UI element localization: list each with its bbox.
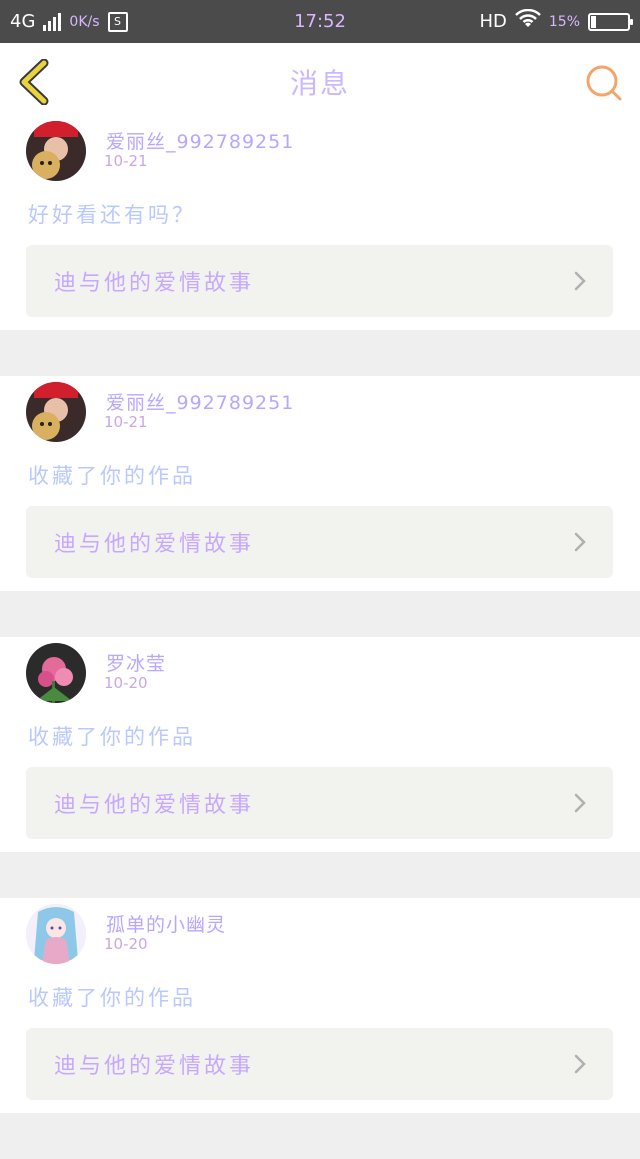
avatar[interactable] xyxy=(26,382,86,442)
user-name[interactable]: 罗冰莹 xyxy=(106,649,166,676)
search-button[interactable] xyxy=(584,63,624,103)
work-link[interactable]: 迪与他的爱情故事 xyxy=(26,767,613,839)
avatar[interactable] xyxy=(26,643,86,703)
status-bar: 4G 0K/s S 17:52 HD 15% ⚡ xyxy=(0,0,640,43)
message-date: 10-20 xyxy=(104,674,148,692)
message-text: 收藏了你的作品 xyxy=(28,464,196,488)
avatar[interactable] xyxy=(26,904,86,964)
back-button[interactable] xyxy=(16,58,52,106)
net-speed: 0K/s xyxy=(69,13,100,30)
message-text: 好好看还有吗？ xyxy=(28,203,196,227)
user-name[interactable]: 爱丽丝_992789251 xyxy=(106,388,294,415)
message-card: 孤单的小幽灵 10-20 收藏了你的作品 迪与他的爱情故事 xyxy=(0,898,640,1113)
chevron-right-icon xyxy=(574,271,586,291)
work-title: 迪与他的爱情故事 xyxy=(54,793,255,818)
sim-icon: S xyxy=(107,11,128,32)
chevron-right-icon xyxy=(574,532,586,552)
hd-label: HD xyxy=(479,11,507,32)
user-name[interactable]: 爱丽丝_992789251 xyxy=(106,127,294,154)
chevron-left-icon xyxy=(19,58,49,106)
work-link[interactable]: 迪与他的爱情故事 xyxy=(26,506,613,578)
work-title: 迪与他的爱情故事 xyxy=(54,532,255,557)
chevron-right-icon xyxy=(574,1054,586,1074)
message-card: 爱丽丝_992789251 10-21 收藏了你的作品 迪与他的爱情故事 xyxy=(0,376,640,591)
page-title: 消息 xyxy=(289,66,350,100)
network-type: 4G xyxy=(10,11,36,32)
work-title: 迪与他的爱情故事 xyxy=(54,271,255,296)
wifi-icon xyxy=(514,8,541,34)
message-card: 罗冰莹 10-20 收藏了你的作品 迪与他的爱情故事 xyxy=(0,637,640,852)
status-left: 4G 0K/s S xyxy=(10,11,128,32)
signal-icon xyxy=(43,12,62,31)
status-right: HD 15% ⚡ xyxy=(479,8,633,34)
message-card: 爱丽丝_992789251 10-21 好好看还有吗？ 迪与他的爱情故事 xyxy=(0,115,640,330)
work-title: 迪与他的爱情故事 xyxy=(54,1054,255,1079)
message-text: 收藏了你的作品 xyxy=(28,725,196,749)
message-date: 10-20 xyxy=(104,935,148,953)
search-icon xyxy=(586,65,622,101)
message-date: 10-21 xyxy=(104,413,148,431)
work-link[interactable]: 迪与他的爱情故事 xyxy=(26,245,613,317)
chevron-right-icon xyxy=(574,793,586,813)
message-list[interactable]: 爱丽丝_992789251 10-21 好好看还有吗？ 迪与他的爱情故事 爱丽丝… xyxy=(0,115,640,1159)
battery-icon: ⚡ xyxy=(588,12,633,31)
user-name[interactable]: 孤单的小幽灵 xyxy=(106,910,226,937)
message-date: 10-21 xyxy=(104,152,148,170)
work-link[interactable]: 迪与他的爱情故事 xyxy=(26,1028,613,1100)
avatar[interactable] xyxy=(26,121,86,181)
battery-percent: 15% xyxy=(548,13,580,30)
nav-bar: 消息 xyxy=(0,43,640,121)
message-text: 收藏了你的作品 xyxy=(28,986,196,1010)
